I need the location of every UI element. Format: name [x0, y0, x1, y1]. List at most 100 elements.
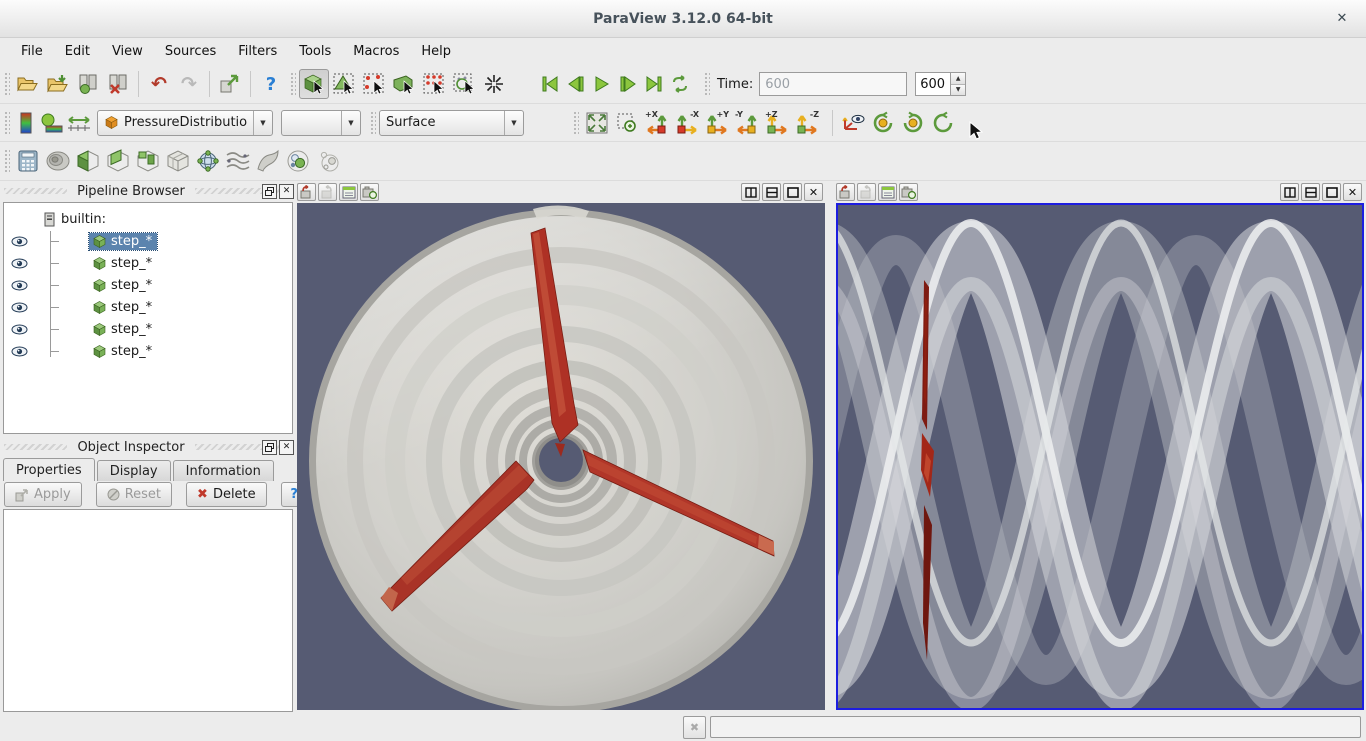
stream-tracer-filter-button[interactable]	[223, 146, 253, 176]
menu-filters[interactable]: Filters	[227, 41, 288, 62]
time-field[interactable]	[759, 72, 907, 96]
menu-tools[interactable]: Tools	[288, 41, 342, 62]
next-frame-button[interactable]	[615, 71, 641, 97]
capture-view-button[interactable]	[899, 183, 918, 201]
calculator-filter-button[interactable]	[13, 146, 43, 176]
redo-button[interactable]: ↷	[174, 69, 204, 99]
time-spin-input[interactable]	[916, 73, 950, 95]
disconnect-server-button[interactable]	[103, 69, 133, 99]
menu-file[interactable]: File	[10, 41, 54, 62]
split-horizontal-button[interactable]	[741, 183, 760, 201]
window-close-icon[interactable]: ✕	[1332, 9, 1352, 29]
interactive-select-button[interactable]	[449, 69, 479, 99]
rotate-90-cw-button[interactable]	[868, 108, 898, 138]
extract-group-filter-button[interactable]	[313, 146, 343, 176]
pipeline-item-row[interactable]: step_*	[4, 296, 292, 318]
edit-view-options-button[interactable]	[339, 183, 358, 201]
edit-color-map-button[interactable]	[39, 110, 65, 136]
close-view-button[interactable]: ✕	[804, 183, 823, 201]
pick-point-button[interactable]	[479, 69, 509, 99]
play-button[interactable]	[589, 71, 615, 97]
pipeline-item-row[interactable]: step_*	[4, 274, 292, 296]
visibility-toggle[interactable]	[4, 324, 34, 335]
visibility-toggle[interactable]	[4, 258, 34, 269]
view-camera-undo-button[interactable]	[297, 183, 316, 201]
save-data-button[interactable]	[43, 69, 73, 99]
delete-button[interactable]: ✖ Delete	[186, 482, 267, 507]
menu-macros[interactable]: Macros	[342, 41, 410, 62]
pipeline-item-row[interactable]: step_*	[4, 318, 292, 340]
dock-close-button[interactable]: ✕	[279, 440, 294, 455]
camera-undo-button[interactable]	[215, 69, 245, 99]
pipeline-item[interactable]: step_*	[89, 321, 157, 338]
reset-camera-button[interactable]	[582, 108, 612, 138]
pipeline-server-row[interactable]: builtin:	[4, 208, 292, 230]
menu-help[interactable]: Help	[410, 41, 462, 62]
select-cells-on-button[interactable]	[299, 69, 329, 99]
view-plus-y-button[interactable]: +Y	[702, 108, 732, 138]
pipeline-item[interactable]: step_*	[89, 277, 157, 294]
split-vertical-button[interactable]	[762, 183, 781, 201]
view-minus-z-button[interactable]: -Z	[792, 108, 822, 138]
view-camera-undo-button[interactable]	[836, 183, 855, 201]
visibility-toggle[interactable]	[4, 302, 34, 313]
select-cells-through-button[interactable]	[359, 69, 389, 99]
menu-view[interactable]: View	[101, 41, 154, 62]
pipeline-item-selected[interactable]: step_*	[89, 233, 157, 250]
last-frame-button[interactable]	[641, 71, 667, 97]
view2-canvas[interactable]	[836, 203, 1364, 710]
view-minus-y-button[interactable]: -Y	[732, 108, 762, 138]
open-file-button[interactable]	[13, 69, 43, 99]
connect-server-button[interactable]	[73, 69, 103, 99]
maximize-view-button[interactable]	[783, 183, 802, 201]
toolbar-handle[interactable]	[369, 110, 376, 136]
view-plus-x-button[interactable]: +X	[642, 108, 672, 138]
color-by-combobox[interactable]: PressureDistribution ▼	[97, 110, 273, 136]
pipeline-item[interactable]: step_*	[89, 299, 157, 316]
split-horizontal-button[interactable]	[1280, 183, 1299, 201]
apply-button[interactable]: Apply	[4, 482, 82, 507]
view-camera-redo-button[interactable]	[857, 183, 876, 201]
spin-down-icon[interactable]: ▼	[951, 85, 965, 96]
representation-combobox[interactable]: Surface ▼	[379, 110, 524, 136]
component-combobox[interactable]: ▼	[281, 110, 361, 136]
pipeline-item[interactable]: step_*	[89, 255, 157, 272]
clip-filter-button[interactable]	[73, 146, 103, 176]
tab-properties[interactable]: Properties	[3, 458, 95, 481]
rescale-to-data-range-button[interactable]	[65, 110, 91, 136]
extract-subset-filter-button[interactable]	[163, 146, 193, 176]
contour-filter-button[interactable]	[43, 146, 73, 176]
loop-button[interactable]	[667, 71, 693, 97]
split-vertical-button[interactable]	[1301, 183, 1320, 201]
maximize-view-button[interactable]	[1322, 183, 1341, 201]
toolbar-handle[interactable]	[3, 110, 10, 136]
show-center-axes-button[interactable]	[838, 108, 868, 138]
pipeline-item-row[interactable]: step_*	[4, 340, 292, 362]
pipeline-item-row[interactable]: step_*	[4, 230, 292, 252]
visibility-toggle[interactable]	[4, 280, 34, 291]
pipeline-item[interactable]: step_*	[89, 343, 157, 360]
toolbar-handle[interactable]	[572, 110, 579, 136]
dock-float-button[interactable]	[262, 184, 277, 199]
pipeline-tree[interactable]: builtin: step_*	[3, 202, 293, 434]
dock-float-button[interactable]	[262, 440, 277, 455]
reset-button[interactable]: Reset	[96, 482, 172, 507]
zoom-to-data-button[interactable]	[612, 108, 642, 138]
view-plus-z-button[interactable]: +Z	[762, 108, 792, 138]
close-view-button[interactable]: ✕	[1343, 183, 1362, 201]
toolbar-handle[interactable]	[289, 71, 296, 97]
tab-information[interactable]: Information	[173, 460, 274, 481]
view-minus-x-button[interactable]: -X	[672, 108, 702, 138]
toolbar-handle[interactable]	[703, 71, 710, 97]
menu-sources[interactable]: Sources	[154, 41, 227, 62]
select-points-through-button[interactable]	[389, 69, 419, 99]
help-button[interactable]: ?	[256, 69, 286, 99]
select-block-button[interactable]	[419, 69, 449, 99]
warp-vector-filter-button[interactable]	[253, 146, 283, 176]
toggle-color-legend-button[interactable]	[13, 110, 39, 136]
group-datasets-filter-button[interactable]	[283, 146, 313, 176]
toolbar-handle[interactable]	[3, 71, 10, 97]
edit-view-options-button[interactable]	[878, 183, 897, 201]
view1-canvas[interactable]	[297, 203, 825, 710]
pipeline-item-row[interactable]: step_*	[4, 252, 292, 274]
